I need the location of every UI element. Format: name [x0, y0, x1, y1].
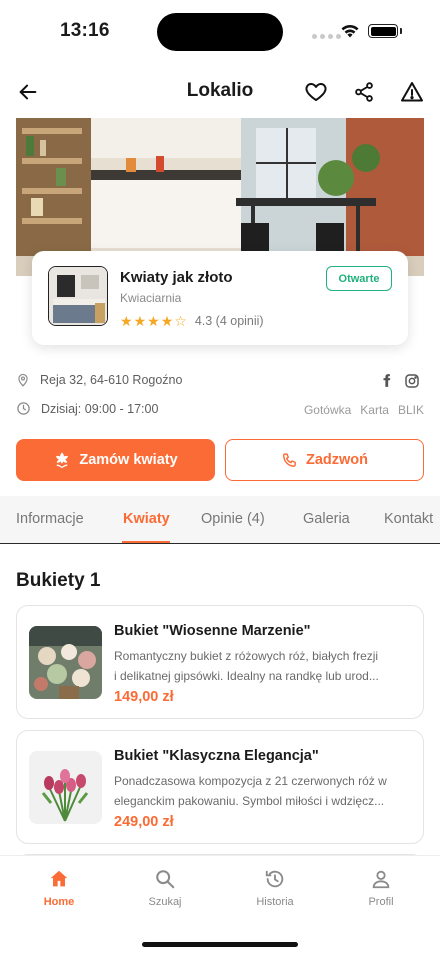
hours-text: Dzisiaj: 09:00 - 17:00 [41, 401, 159, 416]
product-description-line: i delikatnej gipsówki. Idealny na randkę… [114, 669, 379, 683]
star-outline-icon: ☆ [174, 313, 187, 329]
search-icon [156, 870, 175, 889]
payment-methods: Gotówka Karta BLIK [304, 403, 424, 417]
nav-profile-label: Profil [368, 896, 394, 908]
tab-galeria[interactable]: Galeria [303, 511, 350, 527]
bottom-navigation: Home Szukaj Historia Profil [0, 855, 440, 956]
product-price: 149,00 zł [114, 689, 174, 705]
product-card[interactable]: Bukiet "Klasyczna Elegancja" Ponadczasow… [16, 730, 424, 844]
home-icon [50, 870, 68, 887]
product-name: Bukiet "Wiosenne Marzenie" [114, 623, 311, 639]
active-tab-indicator [122, 541, 170, 543]
history-icon [265, 870, 284, 888]
nav-search[interactable]: Szukaj [110, 868, 220, 908]
product-name: Bukiet "Klasyczna Elegancja" [114, 748, 319, 764]
product-image [29, 626, 102, 699]
order-flowers-label: Zamów kwiaty [79, 452, 178, 468]
status-bar: 13:16 [0, 0, 440, 64]
report-button[interactable] [396, 76, 428, 108]
dynamic-island [157, 13, 283, 51]
product-description: Romantyczny bukiet z różowych róż, biały… [114, 646, 412, 686]
favorite-button[interactable] [300, 76, 332, 108]
call-label: Zadzwoń [305, 452, 369, 468]
profile-icon [372, 870, 390, 889]
order-flowers-button[interactable]: Zamów kwiaty [16, 439, 215, 481]
wifi-icon [341, 24, 359, 38]
nav-home[interactable]: Home [4, 868, 114, 908]
facebook-icon[interactable] [380, 372, 394, 389]
share-button[interactable] [348, 76, 380, 108]
battery-icon [368, 24, 398, 38]
nav-profile[interactable]: Profil [326, 868, 436, 908]
product-description-line: Romantyczny bukiet z różowych róż, biały… [114, 649, 379, 663]
tab-kontakt[interactable]: Kontakt [384, 511, 433, 527]
rating-text: 4.3 (4 opinii) [194, 314, 264, 328]
business-card: Kwiaty jak złoto Kwiaciarnia ★ ★ ★ ★ ☆ 4… [32, 251, 408, 345]
address-row[interactable]: Reja 32, 64-610 Rogoźno [16, 372, 182, 388]
product-card[interactable]: Bukiet "Wiosenne Marzenie" Romantyczny b… [16, 605, 424, 719]
call-button[interactable]: Zadzwoń [225, 439, 424, 481]
app-header: Lokalio [0, 64, 440, 118]
phone-icon [282, 452, 296, 467]
payment-blik: BLIK [397, 403, 424, 417]
section-title: Bukiety 1 [16, 570, 101, 591]
star-icon: ★ [133, 313, 147, 329]
business-category: Kwiaciarnia [120, 291, 182, 305]
status-time: 13:16 [60, 20, 110, 41]
product-description: Ponadczasowa kompozycja z 21 czerwonych … [114, 771, 412, 811]
hours-row: Dzisiaj: 09:00 - 17:00 [16, 401, 158, 416]
payment-card: Karta [360, 403, 389, 417]
star-icon: ★ [160, 313, 174, 329]
product-image [29, 751, 102, 824]
star-icon: ★ [147, 313, 160, 329]
product-price: 249,00 zł [114, 814, 174, 830]
status-badge: Otwarte [326, 266, 392, 291]
tab-opinie[interactable]: Opinie (4) [201, 511, 265, 527]
flower-icon [56, 452, 69, 469]
business-name: Kwiaty jak złoto [120, 269, 233, 286]
tab-informacje[interactable]: Informacje [16, 511, 84, 527]
social-links [380, 372, 420, 389]
location-pin-icon [18, 373, 28, 387]
payment-cash: Gotówka [303, 403, 352, 417]
nav-history-label: Historia [256, 896, 294, 908]
nav-home-label: Home [43, 896, 75, 908]
product-description-line: eleganckim pakowaniu. Symbol miłości i w… [114, 794, 385, 808]
share-icon [355, 82, 373, 102]
nav-search-label: Szukaj [148, 896, 182, 908]
home-indicator [142, 942, 298, 947]
rating: ★ ★ ★ ★ ☆ 4.3 (4 opinii) [120, 314, 264, 328]
star-icon: ★ [120, 313, 133, 329]
nav-history[interactable]: Historia [220, 868, 330, 908]
heart-icon [305, 83, 327, 101]
tab-kwiaty[interactable]: Kwiaty [123, 511, 170, 527]
signal-dots-icon [312, 34, 341, 39]
clock-icon [17, 402, 30, 415]
business-thumbnail [48, 266, 108, 326]
product-description-line: Ponadczasowa kompozycja z 21 czerwonych … [114, 774, 387, 788]
instagram-icon[interactable] [404, 373, 420, 389]
address-text: Reja 32, 64-610 Rogoźno [40, 373, 183, 387]
warning-icon [401, 82, 423, 102]
